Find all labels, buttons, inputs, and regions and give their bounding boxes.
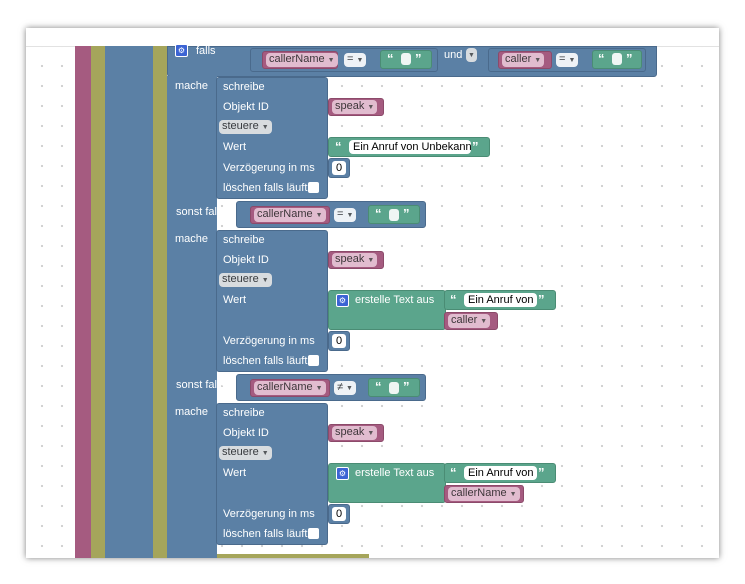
objekt-id-label: Objekt ID <box>223 101 269 113</box>
close-quote-icon: ” <box>415 51 422 66</box>
close-quote-icon: ” <box>538 465 545 480</box>
close-quote-icon: ” <box>403 206 410 221</box>
var-dropdown-callerName[interactable]: callerName ▼ <box>254 381 326 395</box>
empty-text-field[interactable] <box>389 382 399 394</box>
dropdown-arrow-icon: ▼ <box>534 57 542 64</box>
text-item-field[interactable]: Ein Anruf von <box>464 293 538 307</box>
dropdown-arrow-icon: ▼ <box>346 385 353 392</box>
objekt-id-label: Objekt ID <box>223 254 269 266</box>
schreibe-label: schreibe <box>223 234 265 246</box>
dropdown-arrow-icon: ▼ <box>367 104 375 111</box>
delay-label: Verzögerung in ms <box>223 335 315 347</box>
var-dropdown-caller[interactable]: caller ▼ <box>502 53 545 67</box>
open-quote-icon: “ <box>375 379 382 394</box>
dropdown-arrow-icon: ▼ <box>356 57 364 64</box>
close-quote-icon: ” <box>538 292 545 307</box>
objekt-id-label: Objekt ID <box>223 427 269 439</box>
clear-checkbox[interactable] <box>308 355 319 366</box>
mache-label: mache <box>175 406 209 418</box>
dropdown-arrow-icon: ▼ <box>315 212 323 219</box>
sonst-falls-label: sonst falls <box>176 206 225 218</box>
if-block-spine[interactable] <box>167 76 217 558</box>
mode-dropdown-steuere[interactable]: steuere ▼ <box>219 120 272 134</box>
dropdown-arrow-icon: ▼ <box>261 277 269 284</box>
workspace-toolbar <box>26 28 719 47</box>
dropdown-arrow-icon: ▼ <box>261 124 269 131</box>
open-quote-icon: “ <box>375 206 382 221</box>
outer-block-stripe-loop-inner[interactable] <box>153 46 167 558</box>
operator-dropdown[interactable]: = ▼ <box>344 53 367 67</box>
var-dropdown-callerName[interactable]: callerName ▼ <box>266 53 338 67</box>
gear-icon[interactable]: ⚙ <box>175 44 188 57</box>
dropdown-arrow-icon: ▼ <box>509 491 517 498</box>
clear-label: löschen falls läuft <box>223 355 308 367</box>
operator-dropdown[interactable]: = ▼ <box>556 53 579 67</box>
outer-block-stripe-logic[interactable] <box>105 46 153 558</box>
text-item-field[interactable]: Ein Anruf von <box>464 466 538 480</box>
object-dropdown-speak[interactable]: speak ▼ <box>332 253 378 267</box>
close-quote-icon: ” <box>626 51 633 66</box>
outer-block-stripe-variable[interactable] <box>75 46 91 558</box>
wert-label: Wert <box>223 141 247 153</box>
dropdown-arrow-icon: ▼ <box>367 257 375 264</box>
outer-block-stripe-loop[interactable] <box>91 46 105 558</box>
open-quote-icon: “ <box>450 292 457 307</box>
object-dropdown-speak[interactable]: speak ▼ <box>332 100 378 114</box>
dropdown-arrow-icon: ▼ <box>261 450 269 457</box>
schreibe-label: schreibe <box>223 407 265 419</box>
mode-dropdown-steuere[interactable]: steuere ▼ <box>219 446 272 460</box>
object-dropdown-speak[interactable]: speak ▼ <box>332 426 378 440</box>
mache-label: mache <box>175 80 209 92</box>
delay-value-field[interactable]: 0 <box>332 334 346 348</box>
clear-label: löschen falls läuft <box>223 182 308 194</box>
operator-dropdown[interactable]: ≠ ▼ <box>334 381 356 395</box>
close-quote-icon: ” <box>403 379 410 394</box>
delay-label: Verzögerung in ms <box>223 508 315 520</box>
empty-text-field[interactable] <box>612 53 622 65</box>
create-text-label: erstelle Text aus <box>355 294 435 306</box>
wert-label: Wert <box>223 294 247 306</box>
delay-value-field[interactable]: 0 <box>332 507 346 521</box>
und-label: und <box>444 49 463 61</box>
empty-text-field[interactable] <box>389 209 399 221</box>
gear-icon[interactable]: ⚙ <box>336 467 349 480</box>
open-quote-icon: “ <box>335 139 342 154</box>
wert-label: Wert <box>223 467 247 479</box>
schreibe-label: schreibe <box>223 81 265 93</box>
dropdown-arrow-icon: ▼ <box>346 212 354 219</box>
text-value-field[interactable]: Ein Anruf von Unbekannt <box>349 140 471 154</box>
delay-value-field[interactable]: 0 <box>332 161 346 175</box>
and-dropdown[interactable]: ▼ <box>466 48 477 62</box>
dropdown-arrow-icon: ▼ <box>367 430 375 437</box>
dropdown-arrow-icon: ▼ <box>468 52 475 59</box>
falls-label: falls <box>196 45 216 57</box>
dropdown-arrow-icon: ▼ <box>480 318 488 325</box>
open-quote-icon: “ <box>598 51 605 66</box>
var-dropdown-caller[interactable]: caller ▼ <box>448 314 491 328</box>
open-quote-icon: “ <box>387 51 394 66</box>
clear-checkbox[interactable] <box>308 528 319 539</box>
gear-icon[interactable]: ⚙ <box>336 294 349 307</box>
create-text-label: erstelle Text aus <box>355 467 435 479</box>
dropdown-arrow-icon: ▼ <box>327 57 335 64</box>
sonst-falls-label: sonst falls <box>176 379 225 391</box>
clear-checkbox[interactable] <box>308 182 319 193</box>
dropdown-arrow-icon: ▼ <box>315 385 323 392</box>
mode-dropdown-steuere[interactable]: steuere ▼ <box>219 273 272 287</box>
operator-dropdown[interactable]: = ▼ <box>334 208 357 222</box>
close-quote-icon: ” <box>472 139 479 154</box>
delay-label: Verzögerung in ms <box>223 162 315 174</box>
var-dropdown-callerName[interactable]: callerName ▼ <box>448 487 520 501</box>
var-dropdown-callerName[interactable]: callerName ▼ <box>254 208 326 222</box>
blockly-workspace[interactable]: ⚙ falls callerName ▼ = ▼ “ ” und ▼ caller ▼… <box>26 28 719 558</box>
mache-label: mache <box>175 233 209 245</box>
dropdown-arrow-icon: ▼ <box>568 57 576 64</box>
clear-label: löschen falls läuft <box>223 528 308 540</box>
open-quote-icon: “ <box>450 465 457 480</box>
empty-text-field[interactable] <box>401 53 411 65</box>
